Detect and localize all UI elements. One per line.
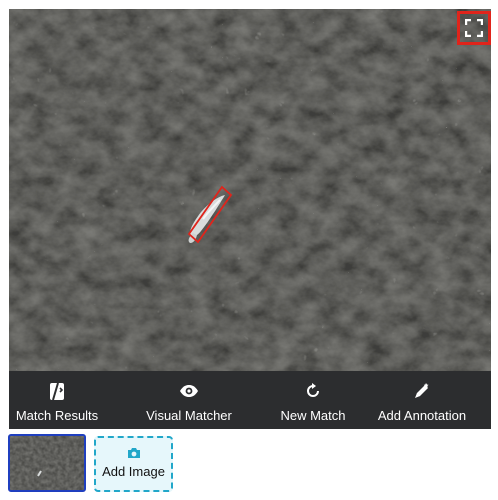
new-match-button[interactable]: New Match	[273, 371, 353, 429]
pen-icon	[413, 381, 431, 401]
image-viewer: Match Results Visual Matcher New Match A…	[9, 9, 491, 429]
add-image-label: Add Image	[102, 464, 165, 479]
camera-icon	[127, 448, 140, 458]
visual-matcher-button[interactable]: Visual Matcher	[105, 371, 273, 429]
aerial-whale-photo	[9, 9, 491, 371]
match-results-icon	[49, 381, 65, 401]
match-results-label: Match Results	[15, 408, 99, 423]
match-results-button[interactable]: Match Results	[9, 371, 105, 429]
add-image-button[interactable]: Add Image	[94, 436, 173, 492]
fullscreen-icon	[465, 19, 483, 37]
eye-icon	[179, 381, 199, 401]
viewer-toolbar: Match Results Visual Matcher New Match A…	[9, 371, 491, 429]
visual-matcher-label: Visual Matcher	[146, 408, 232, 423]
image-thumbnail-selected[interactable]	[8, 434, 86, 492]
new-match-label: New Match	[280, 408, 346, 423]
add-annotation-label: Add Annotation	[377, 408, 467, 423]
add-annotation-button[interactable]: Add Annotation	[353, 371, 491, 429]
fullscreen-button[interactable]	[457, 11, 491, 45]
refresh-icon	[305, 381, 321, 401]
